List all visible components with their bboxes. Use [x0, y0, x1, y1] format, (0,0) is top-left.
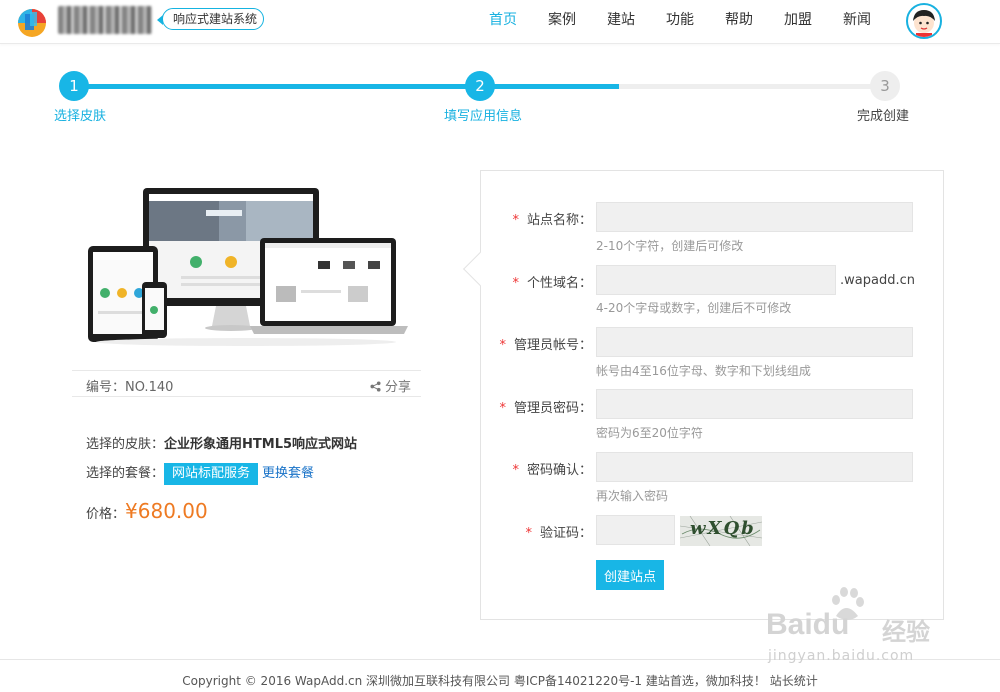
template-number: 编号：NO.140 — [86, 380, 174, 395]
nav-cases[interactable]: 案例 — [548, 0, 576, 40]
confirm-password-label: * 密码确认： — [482, 459, 592, 478]
required-mark: * — [499, 401, 506, 416]
site-header: 响应式建站系统 首页 案例 建站 功能 帮助 加盟 新闻 — [0, 0, 1000, 44]
domain-hint: 4-20个字母或数字，创建后不可修改 — [596, 301, 792, 315]
nav-help[interactable]: 帮助 — [725, 0, 753, 40]
admin-password-input[interactable] — [596, 389, 913, 419]
domain-label-text: 个性域名： — [526, 276, 592, 291]
step-1-label: 选择皮肤 — [54, 109, 107, 124]
skin-prefix: 选择的皮肤： — [86, 437, 165, 452]
slogan-badge: 响应式建站系统 — [156, 8, 265, 30]
captcha-label-text: 验证码： — [539, 526, 592, 541]
logo-icon[interactable] — [16, 6, 48, 38]
logo-wordmark[interactable] — [58, 6, 152, 34]
share-label: 分享 — [384, 380, 411, 395]
progress-line-done — [74, 84, 619, 89]
nav-join[interactable]: 加盟 — [784, 0, 812, 40]
admin-password-hint: 密码为6至20位字符 — [596, 426, 703, 440]
baidu-brand-cn: 经验 — [882, 618, 930, 646]
captcha-image[interactable]: wXQb — [680, 516, 762, 546]
price-value: ¥680.00 — [125, 499, 208, 523]
step-3-label: 完成创建 — [857, 109, 910, 124]
required-mark: * — [525, 526, 532, 541]
nav-home[interactable]: 首页 — [489, 0, 517, 40]
footer-copyright: Copyright © 2016 WapAdd.cn 深圳微加互联科技有限公司 … — [182, 674, 818, 688]
admin-account-hint: 帐号由4至16位字母、数字和下划线组成 — [596, 364, 811, 378]
price-prefix: 价格： — [86, 507, 126, 522]
required-mark: * — [512, 213, 519, 228]
baidu-brand: Baidu — [766, 608, 850, 641]
domain-input[interactable] — [596, 265, 836, 295]
user-avatar[interactable] — [906, 3, 942, 39]
captcha-text: wXQb — [690, 518, 756, 539]
confirm-password-label-text: 密码确认： — [526, 463, 592, 478]
site-name-input[interactable] — [596, 202, 913, 232]
site-name-label: * 站点名称： — [482, 209, 592, 228]
step-2-label: 填写应用信息 — [444, 109, 523, 124]
required-mark: * — [512, 276, 519, 291]
domain-label: * 个性域名： — [482, 272, 592, 291]
step-3-circle: 3 — [870, 71, 900, 101]
admin-account-label-text: 管理员帐号： — [513, 338, 592, 353]
nav-build[interactable]: 建站 — [607, 0, 635, 40]
progress-line-pending — [619, 84, 885, 89]
create-site-button[interactable]: 创建站点 — [596, 560, 664, 590]
template-meta-bar: 编号：NO.140 分享 — [72, 370, 421, 397]
step-2-circle: 2 — [465, 71, 495, 101]
admin-account-input[interactable] — [596, 327, 913, 357]
change-package-link[interactable]: 更换套餐 — [262, 466, 314, 481]
nav-features[interactable]: 功能 — [666, 0, 694, 40]
baidu-url: jingyan.baidu.com — [768, 648, 915, 664]
share-button[interactable]: 分享 — [370, 376, 411, 395]
site-name-hint: 2-10个字符，创建后可修改 — [596, 239, 744, 253]
baidu-watermark: Baidu 经验 jingyan.baidu.com — [764, 586, 944, 670]
admin-account-label: * 管理员帐号： — [482, 334, 592, 353]
avatar-face-icon — [913, 10, 935, 37]
nav-news[interactable]: 新闻 — [843, 0, 871, 40]
template-preview-image — [88, 188, 408, 346]
step-1-circle: 1 — [59, 71, 89, 101]
captcha-label: * 验证码： — [482, 522, 592, 541]
package-prefix: 选择的套餐： — [86, 466, 165, 481]
site-name-label-text: 站点名称： — [526, 213, 592, 228]
selected-skin-line: 选择的皮肤：企业形象通用HTML5响应式网站 — [86, 433, 357, 452]
admin-password-label-text: 管理员密码： — [513, 401, 592, 416]
confirm-password-input[interactable] — [596, 452, 913, 482]
share-icon — [370, 381, 381, 392]
required-mark: * — [499, 338, 506, 353]
admin-password-label: * 管理员密码： — [482, 397, 592, 416]
selected-package-line: 选择的套餐： 网站标配服务 更换套餐 — [86, 462, 314, 485]
package-badge[interactable]: 网站标配服务 — [164, 463, 259, 485]
skin-name: 企业形象通用HTML5响应式网站 — [164, 437, 358, 452]
captcha-input[interactable] — [596, 515, 675, 545]
confirm-password-hint: 再次输入密码 — [596, 489, 669, 503]
required-mark: * — [512, 463, 519, 478]
price-line: 价格：¥680.00 — [86, 499, 208, 523]
domain-suffix: .wapadd.cn — [840, 273, 915, 288]
